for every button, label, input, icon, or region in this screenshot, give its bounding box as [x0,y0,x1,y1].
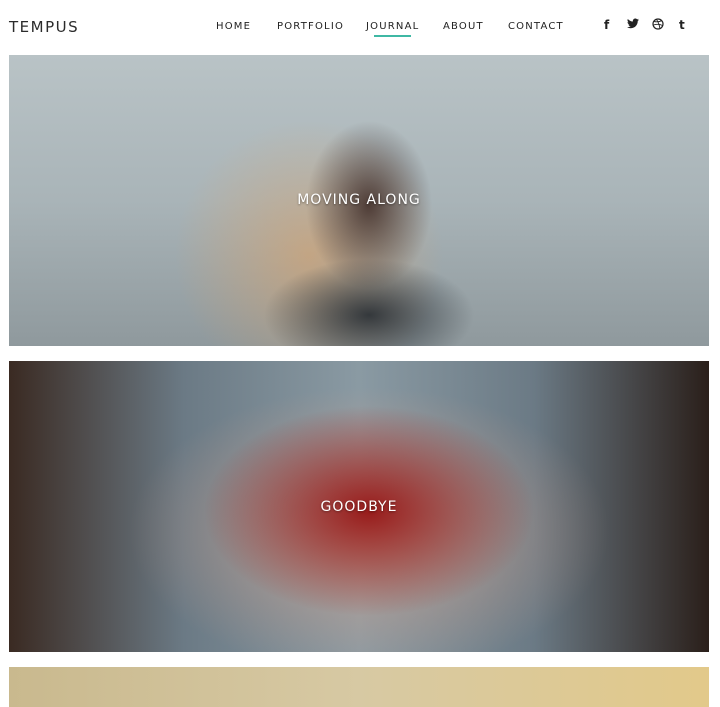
nav-home[interactable]: HOME [216,21,251,32]
post-card[interactable]: MOVING ALONG [9,55,709,346]
facebook-icon[interactable]: f [604,18,609,32]
main-nav: HOME PORTFOLIO JOURNAL ABOUT CONTACT [0,21,720,41]
post-card[interactable] [9,667,709,707]
site-header: TEMPUS HOME PORTFOLIO JOURNAL ABOUT CONT… [0,0,720,54]
post-card[interactable]: GOODBYE [9,361,709,652]
tumblr-icon[interactable]: t [679,18,685,32]
dribbble-icon[interactable] [652,18,664,33]
nav-journal[interactable]: JOURNAL [366,21,419,37]
nav-contact[interactable]: CONTACT [508,21,564,32]
post-title[interactable]: GOODBYE [9,499,709,515]
twitter-icon[interactable] [627,18,639,32]
nav-about[interactable]: ABOUT [443,21,484,32]
nav-portfolio[interactable]: PORTFOLIO [277,21,344,32]
post-title[interactable]: MOVING ALONG [9,192,709,208]
